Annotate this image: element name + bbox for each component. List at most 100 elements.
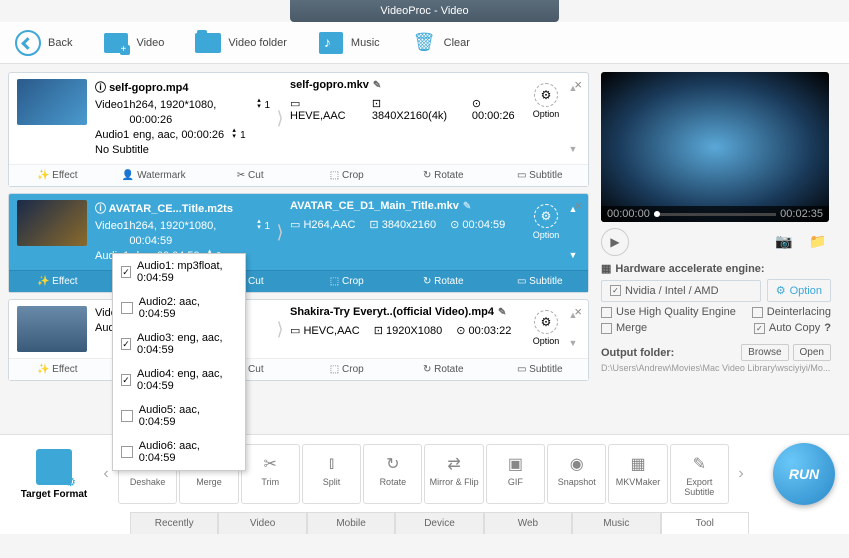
move-down-button[interactable]: ▼ <box>566 250 580 260</box>
close-icon[interactable]: × <box>574 198 582 213</box>
category-tab-tool[interactable]: Tool <box>661 512 749 534</box>
cut-button[interactable]: ✂ Cut <box>202 165 299 186</box>
tool-icon: ◉ <box>550 451 603 477</box>
hw-option-button[interactable]: ⚙Option <box>767 279 831 302</box>
music-plus-icon <box>319 32 343 54</box>
subtitle-button[interactable]: ▭ Subtitle <box>492 165 589 186</box>
add-music-button[interactable]: Music <box>317 29 380 57</box>
hq-engine-toggle[interactable]: Use High Quality Engine <box>601 306 746 318</box>
video-thumbnail[interactable] <box>17 200 87 246</box>
output-filename[interactable]: Shakira-Try Everyt..(official Video).mp4… <box>290 306 526 318</box>
video-preview[interactable]: 00:00:00 00:02:35 <box>601 72 829 222</box>
crop-button[interactable]: ⬚ Crop <box>299 271 396 292</box>
effect-button[interactable]: ✨ Effect <box>9 359 106 380</box>
video-card[interactable]: × self-gopro.mp4 Video1h264, 1920*1080, … <box>8 72 589 187</box>
tool-mkvmaker[interactable]: ▦MKVMaker <box>608 444 667 504</box>
output-filename[interactable]: self-gopro.mkv✎ <box>290 79 526 91</box>
open-button[interactable]: Open <box>793 344 831 361</box>
audio-track-item[interactable]: ✓Audio3: eng, aac, 0:04:59 <box>113 326 245 362</box>
output-info: AVATAR_CE_D1_Main_Title.mkv✎ ▭ H264,AAC … <box>290 200 526 264</box>
category-tab-music[interactable]: Music <box>572 512 660 534</box>
tool-snapshot[interactable]: ◉Snapshot <box>547 444 606 504</box>
add-video-button[interactable]: Video <box>102 29 164 57</box>
audio-track-label: Audio6: aac, 0:04:59 <box>139 440 237 464</box>
option-gear-button[interactable]: ⚙ <box>534 310 558 334</box>
output-filename[interactable]: AVATAR_CE_D1_Main_Title.mkv✎ <box>290 200 526 212</box>
back-label: Back <box>48 37 72 49</box>
tool-export-subtitle[interactable]: ✎Export Subtitle <box>670 444 729 504</box>
rotate-button[interactable]: ↻ Rotate <box>395 165 492 186</box>
move-down-button[interactable]: ▼ <box>566 338 580 348</box>
close-icon[interactable]: × <box>574 304 582 319</box>
checkbox-icon <box>121 410 133 422</box>
help-icon[interactable]: ? <box>824 322 831 334</box>
effect-button[interactable]: ✨ Effect <box>9 165 106 186</box>
top-toolbar: Back Video Video folder Music Clear <box>0 22 849 64</box>
video-card[interactable]: × Video1▴▾ 1 Audio1▴▾ 4 ▴▾ 9 Shakira-Try… <box>8 299 589 381</box>
edit-name-icon[interactable]: ✎ <box>463 201 471 212</box>
option-label: Option <box>526 230 566 240</box>
category-tab-recently[interactable]: Recently <box>130 512 218 534</box>
audio-track-item[interactable]: ✓Audio4: eng, aac, 0:04:59 <box>113 362 245 398</box>
video-track-spinner[interactable]: ▴▾ <box>254 219 265 249</box>
action-bar: ✨ Effect 👤 Watermark ✂ Cut ⬚ Crop ↻ Rota… <box>9 164 588 186</box>
tool-split[interactable]: ⫾Split <box>302 444 361 504</box>
deinterlacing-toggle[interactable]: Deinterlacing <box>752 306 831 318</box>
tool-icon: ⫾ <box>305 451 358 477</box>
merge-toggle[interactable]: Merge <box>601 322 748 334</box>
option-gear-button[interactable]: ⚙ <box>534 83 558 107</box>
preview-timeline[interactable]: 00:00:00 00:02:35 <box>601 206 829 222</box>
audio-track-item[interactable]: ✓Audio1: mp3float, 0:04:59 <box>113 254 245 290</box>
option-gear-button[interactable]: ⚙ <box>534 204 558 228</box>
rotate-button[interactable]: ↻ Rotate <box>395 359 492 380</box>
tool-rotate[interactable]: ↻Rotate <box>363 444 422 504</box>
tool-mirror-flip[interactable]: ⇄Mirror & Flip <box>424 444 483 504</box>
crop-button[interactable]: ⬚ Crop <box>299 359 396 380</box>
snapshot-button[interactable]: 📷 <box>775 233 797 251</box>
output-resolution: ⊡ 3840X2160(4k) <box>372 97 458 122</box>
move-down-button[interactable]: ▼ <box>566 144 580 154</box>
audio-track-item[interactable]: Audio5: aac, 0:04:59 <box>113 398 245 434</box>
add-folder-button[interactable]: Video folder <box>194 29 287 57</box>
autocopy-toggle[interactable]: ✓Auto Copy ? <box>754 322 831 334</box>
tool-trim[interactable]: ✂Trim <box>241 444 300 504</box>
category-tab-video[interactable]: Video <box>218 512 306 534</box>
subtitle-button[interactable]: ▭ Subtitle <box>492 271 589 292</box>
tools-next-button[interactable]: › <box>733 465 749 483</box>
category-tab-web[interactable]: Web <box>484 512 572 534</box>
effect-button[interactable]: ✨ Effect <box>9 271 106 292</box>
close-icon[interactable]: × <box>574 77 582 92</box>
video-thumbnail[interactable] <box>17 306 87 352</box>
subtitle-button[interactable]: ▭ Subtitle <box>492 359 589 380</box>
video-card[interactable]: × AVATAR_CE...Title.m2ts Video1h264, 192… <box>8 193 589 293</box>
audio-track-item[interactable]: Audio6: aac, 0:04:59 <box>113 434 245 470</box>
audio-track-dropdown[interactable]: ✓Audio1: mp3float, 0:04:59 Audio2: aac, 0… <box>112 253 246 471</box>
video-track-spinner[interactable]: ▴▾ <box>254 98 265 128</box>
edit-name-icon[interactable]: ✎ <box>498 307 506 318</box>
clear-button[interactable]: Clear <box>410 29 470 57</box>
tool-icon: ⇄ <box>427 451 480 477</box>
run-button[interactable]: RUN <box>773 443 835 505</box>
browse-button[interactable]: Browse <box>741 344 788 361</box>
play-button[interactable]: ▶ <box>601 228 629 256</box>
gear-icon: ⚙ <box>776 284 786 297</box>
back-button[interactable]: Back <box>14 29 72 57</box>
edit-name-icon[interactable]: ✎ <box>373 80 381 91</box>
tool-gif[interactable]: ▣GIF <box>486 444 545 504</box>
hw-nvidia-toggle[interactable]: ✓Nvidia / Intel / AMD <box>601 280 761 302</box>
seek-bar[interactable] <box>654 213 776 216</box>
category-tab-device[interactable]: Device <box>395 512 483 534</box>
open-folder-button[interactable]: 📁 <box>809 233 831 251</box>
target-format-button[interactable]: Target Format <box>14 449 94 500</box>
audio-track-item[interactable]: Audio2: aac, 0:04:59 <box>113 290 245 326</box>
audio-track-label: Audio2: aac, 0:04:59 <box>139 296 237 320</box>
music-label: Music <box>351 37 380 49</box>
watermark-button[interactable]: 👤 Watermark <box>106 165 203 186</box>
checkbox-icon <box>752 307 763 318</box>
crop-button[interactable]: ⬚ Crop <box>299 165 396 186</box>
audio-track-spinner[interactable]: ▴▾ <box>228 128 240 143</box>
rotate-button[interactable]: ↻ Rotate <box>395 271 492 292</box>
tool-label: Mirror & Flip <box>427 477 480 487</box>
category-tab-mobile[interactable]: Mobile <box>307 512 395 534</box>
video-thumbnail[interactable] <box>17 79 87 125</box>
